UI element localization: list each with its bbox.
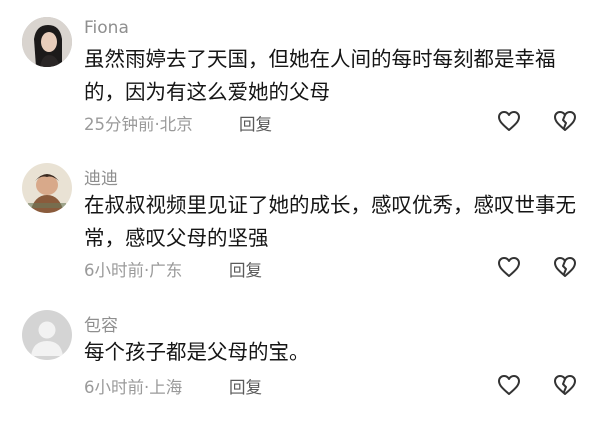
comment-time: 6小时前 <box>84 261 144 280</box>
reply-button[interactable]: 回复 <box>229 374 262 398</box>
comment-meta: 6小时前·上海 <box>84 374 182 398</box>
avatar[interactable] <box>22 17 72 67</box>
comment-meta: 25分钟前·北京 <box>84 111 193 135</box>
comment-location: 广东 <box>149 261 183 280</box>
username[interactable]: 迪迪 <box>84 164 118 189</box>
comment-time: 25分钟前 <box>84 115 155 134</box>
avatar-illustration <box>22 163 72 213</box>
heart-icon[interactable] <box>497 374 521 396</box>
broken-heart-icon[interactable] <box>553 110 577 132</box>
reply-button[interactable]: 回复 <box>239 111 272 135</box>
heart-icon[interactable] <box>497 256 521 278</box>
default-avatar-icon <box>22 310 72 360</box>
avatar[interactable] <box>22 163 72 213</box>
comment-meta: 6小时前·广东 <box>84 257 182 281</box>
username[interactable]: Fiona <box>84 18 129 38</box>
heart-icon[interactable] <box>497 110 521 132</box>
comment-location: 上海 <box>149 378 183 397</box>
comment-text: 在叔叔视频里见证了她的成长，感叹优秀，感叹世事无常，感叹父母的坚强 <box>84 193 576 250</box>
broken-heart-icon[interactable] <box>553 256 577 278</box>
reply-button[interactable]: 回复 <box>229 257 262 281</box>
username[interactable]: 包容 <box>84 311 118 336</box>
broken-heart-icon[interactable] <box>553 374 577 396</box>
comment-time: 6小时前 <box>84 378 144 397</box>
avatar-photo <box>22 17 72 67</box>
comment-text: 虽然雨婷去了天国，但她在人间的每时每刻都是幸福的，因为有这么爱她的父母 <box>84 47 556 104</box>
comment-text: 每个孩子都是父母的宝。 <box>84 340 310 364</box>
avatar[interactable] <box>22 310 72 360</box>
comment-location: 北京 <box>159 115 193 134</box>
